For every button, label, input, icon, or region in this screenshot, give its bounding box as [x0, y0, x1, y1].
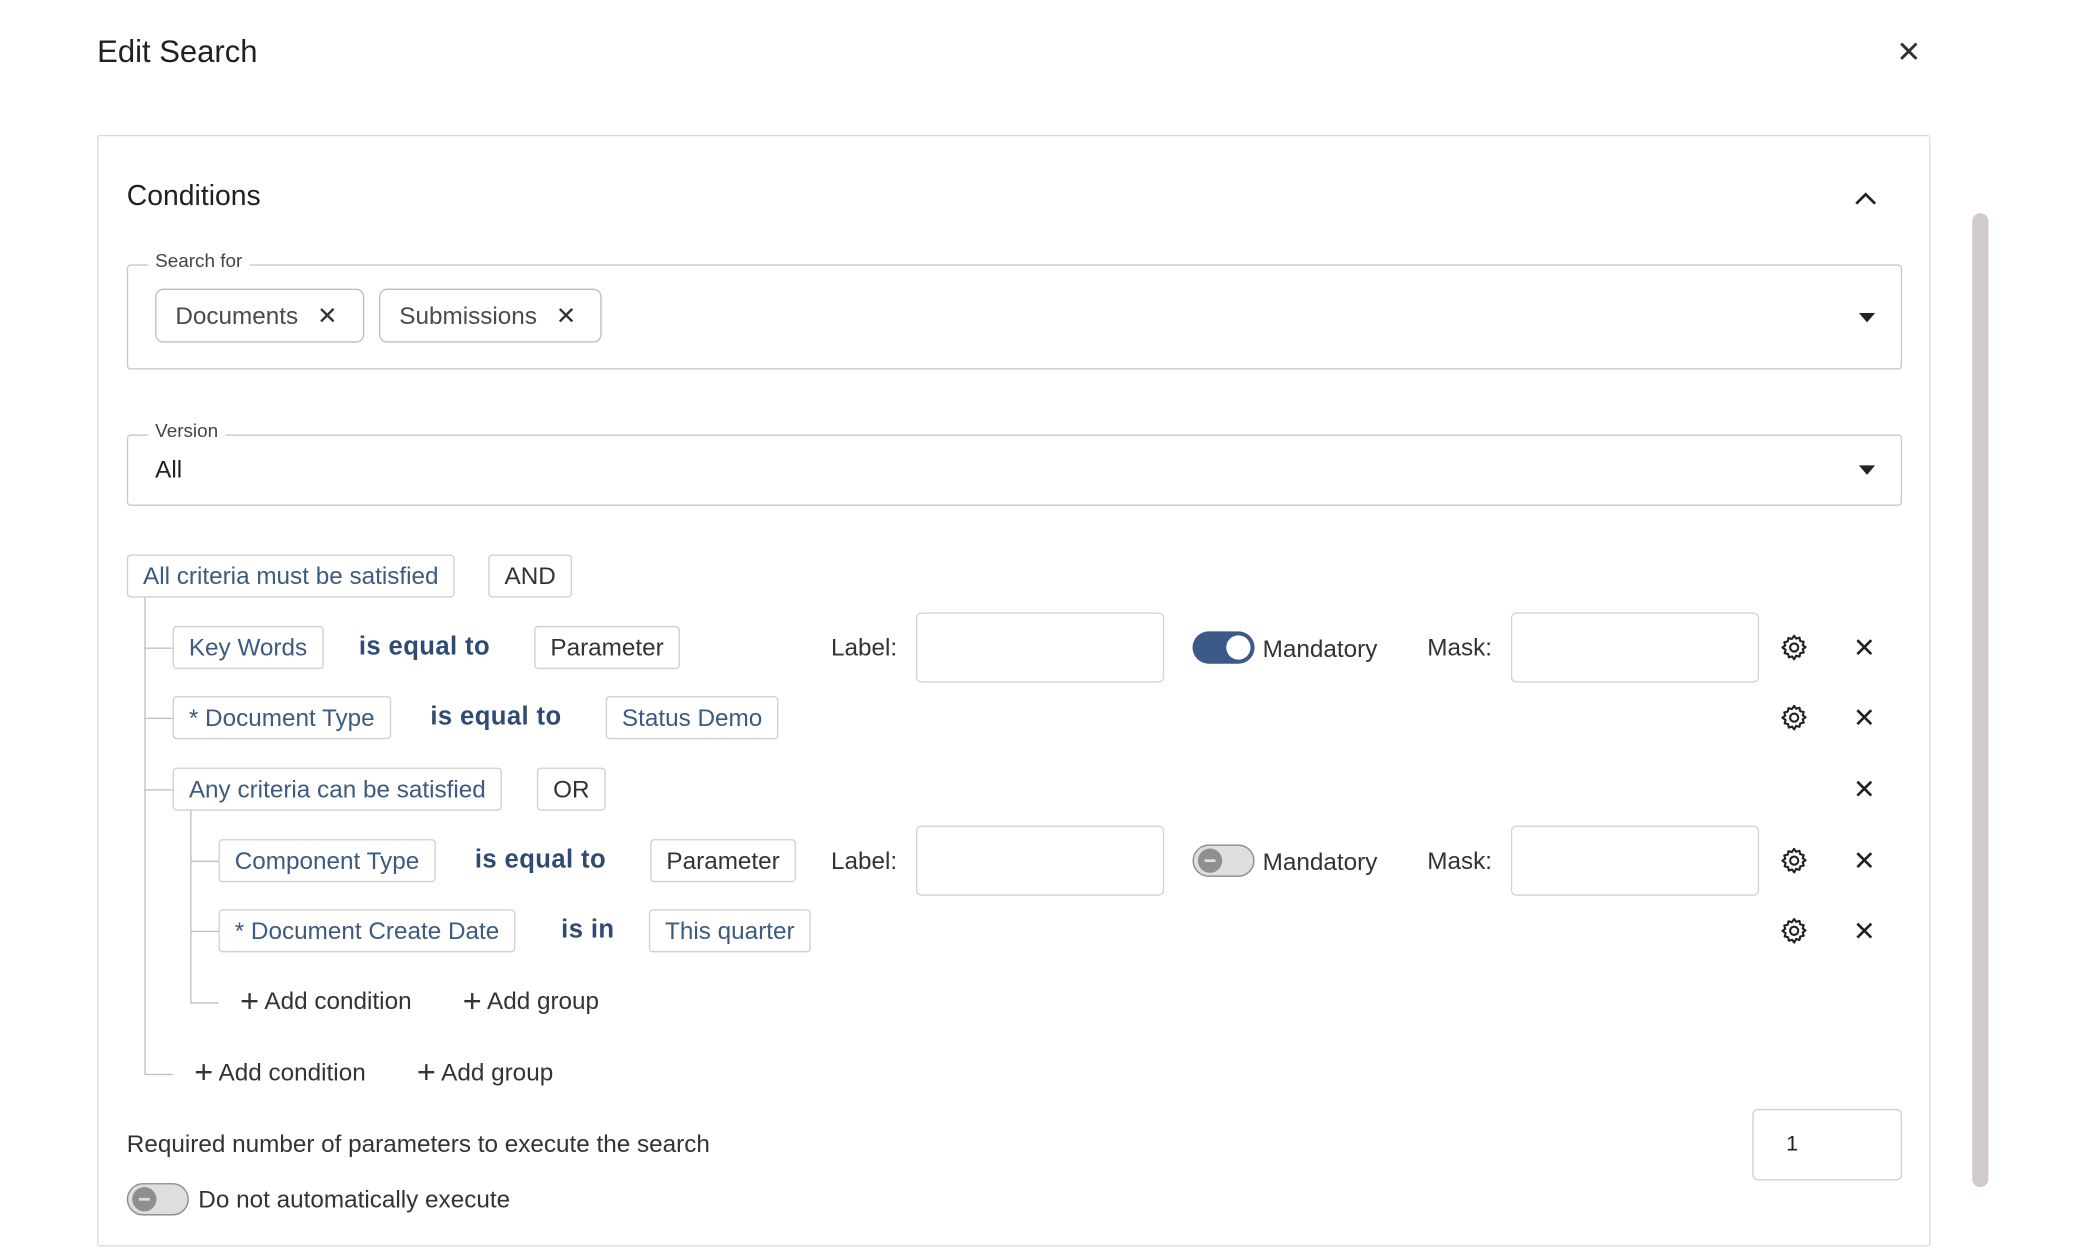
gear-icon[interactable]: [1775, 912, 1813, 950]
subgroup-criteria-selector[interactable]: Any criteria can be satisfied: [172, 767, 502, 811]
gear-icon[interactable]: [1775, 699, 1813, 737]
gear-icon[interactable]: [1775, 842, 1813, 880]
label-caption: Label:: [830, 847, 898, 875]
tree-line: [144, 647, 173, 649]
mandatory-toggle[interactable]: [1192, 844, 1255, 877]
mask-caption: Mask:: [1427, 634, 1493, 662]
mask-caption: Mask:: [1427, 847, 1493, 875]
chip-submissions[interactable]: Submissions ✕: [379, 288, 602, 343]
condition-operator[interactable]: is equal to: [359, 633, 490, 663]
condition-value[interactable]: Status Demo: [605, 696, 779, 740]
condition-field[interactable]: * Document Type: [172, 696, 391, 740]
remove-chip-icon[interactable]: ✕: [317, 302, 337, 330]
tree-line: [190, 1002, 219, 1004]
mandatory-toggle[interactable]: [1192, 631, 1255, 664]
label-caption: Label:: [830, 634, 898, 662]
chip-label: Documents: [175, 301, 299, 329]
tree-line: [144, 717, 173, 720]
remove-group-icon[interactable]: ✕: [1845, 770, 1883, 808]
gear-icon[interactable]: [1775, 629, 1813, 667]
label-input[interactable]: [915, 825, 1165, 896]
plus-icon: +: [240, 982, 260, 1020]
remove-condition-icon[interactable]: ✕: [1845, 629, 1883, 667]
condition-operator[interactable]: is equal to: [430, 703, 561, 733]
remove-condition-icon[interactable]: ✕: [1845, 912, 1883, 950]
scrollbar[interactable]: [1972, 213, 1989, 1188]
remove-condition-icon[interactable]: ✕: [1845, 842, 1883, 880]
root-criteria-selector[interactable]: All criteria must be satisfied: [126, 554, 455, 598]
toggle-knob: [1226, 635, 1251, 660]
caret-down-icon[interactable]: [1858, 465, 1876, 475]
plus-icon: +: [416, 1054, 436, 1091]
add-group-button[interactable]: + Add group: [462, 982, 600, 1020]
required-params-input[interactable]: 1: [1752, 1108, 1903, 1181]
condition-value[interactable]: Parameter: [534, 625, 680, 670]
condition-field[interactable]: Key Words: [172, 625, 324, 670]
tree-line: [190, 930, 219, 933]
auto-execute-toggle[interactable]: [126, 1183, 189, 1216]
chevron-up-icon[interactable]: [1845, 178, 1885, 218]
caret-down-icon[interactable]: [1858, 312, 1876, 323]
version-select[interactable]: [126, 434, 1903, 506]
plus-icon: +: [194, 1054, 214, 1091]
version-value: All: [155, 455, 183, 483]
condition-value[interactable]: This quarter: [648, 909, 811, 953]
mask-input[interactable]: [1510, 612, 1760, 683]
add-condition-label: Add condition: [264, 987, 412, 1015]
chip-documents[interactable]: Documents ✕: [155, 288, 365, 343]
close-icon[interactable]: ✕: [1889, 32, 1929, 72]
remove-chip-icon[interactable]: ✕: [556, 302, 576, 330]
mask-input[interactable]: [1510, 825, 1760, 896]
required-params-value: 1: [1786, 1132, 1799, 1156]
subgroup-operator-selector[interactable]: OR: [536, 767, 606, 811]
plus-icon: +: [462, 982, 482, 1020]
tree-line: [190, 860, 219, 863]
tree-line: [144, 597, 146, 1074]
add-group-button[interactable]: + Add group: [416, 1054, 554, 1091]
root-operator-selector[interactable]: AND: [488, 554, 572, 598]
add-group-label: Add group: [487, 987, 600, 1015]
tree-line: [190, 810, 192, 1003]
toggle-knob: [1197, 848, 1223, 873]
mandatory-label: Mandatory: [1262, 848, 1378, 876]
dialog-title: Edit Search: [97, 33, 258, 69]
condition-operator[interactable]: is in: [561, 916, 614, 946]
condition-value[interactable]: Parameter: [650, 839, 796, 883]
tree-line: [144, 1073, 173, 1076]
mandatory-label: Mandatory: [1262, 635, 1378, 663]
condition-field[interactable]: Component Type: [218, 839, 436, 883]
required-params-label: Required number of parameters to execute…: [126, 1130, 710, 1158]
toggle-knob: [132, 1187, 157, 1212]
search-for-label: Search for: [148, 249, 250, 272]
add-condition-button[interactable]: + Add condition: [240, 982, 412, 1020]
condition-field[interactable]: * Document Create Date: [218, 909, 516, 953]
condition-operator[interactable]: is equal to: [475, 846, 606, 876]
remove-condition-icon[interactable]: ✕: [1845, 699, 1883, 737]
add-condition-button[interactable]: + Add condition: [194, 1054, 366, 1091]
label-input[interactable]: [915, 612, 1165, 683]
add-condition-label: Add condition: [218, 1058, 366, 1086]
auto-execute-label: Do not automatically execute: [198, 1185, 511, 1213]
version-label: Version: [148, 419, 225, 442]
add-group-label: Add group: [441, 1058, 554, 1086]
conditions-title: Conditions: [126, 180, 261, 212]
tree-line: [144, 789, 173, 791]
chip-label: Submissions: [399, 301, 537, 329]
